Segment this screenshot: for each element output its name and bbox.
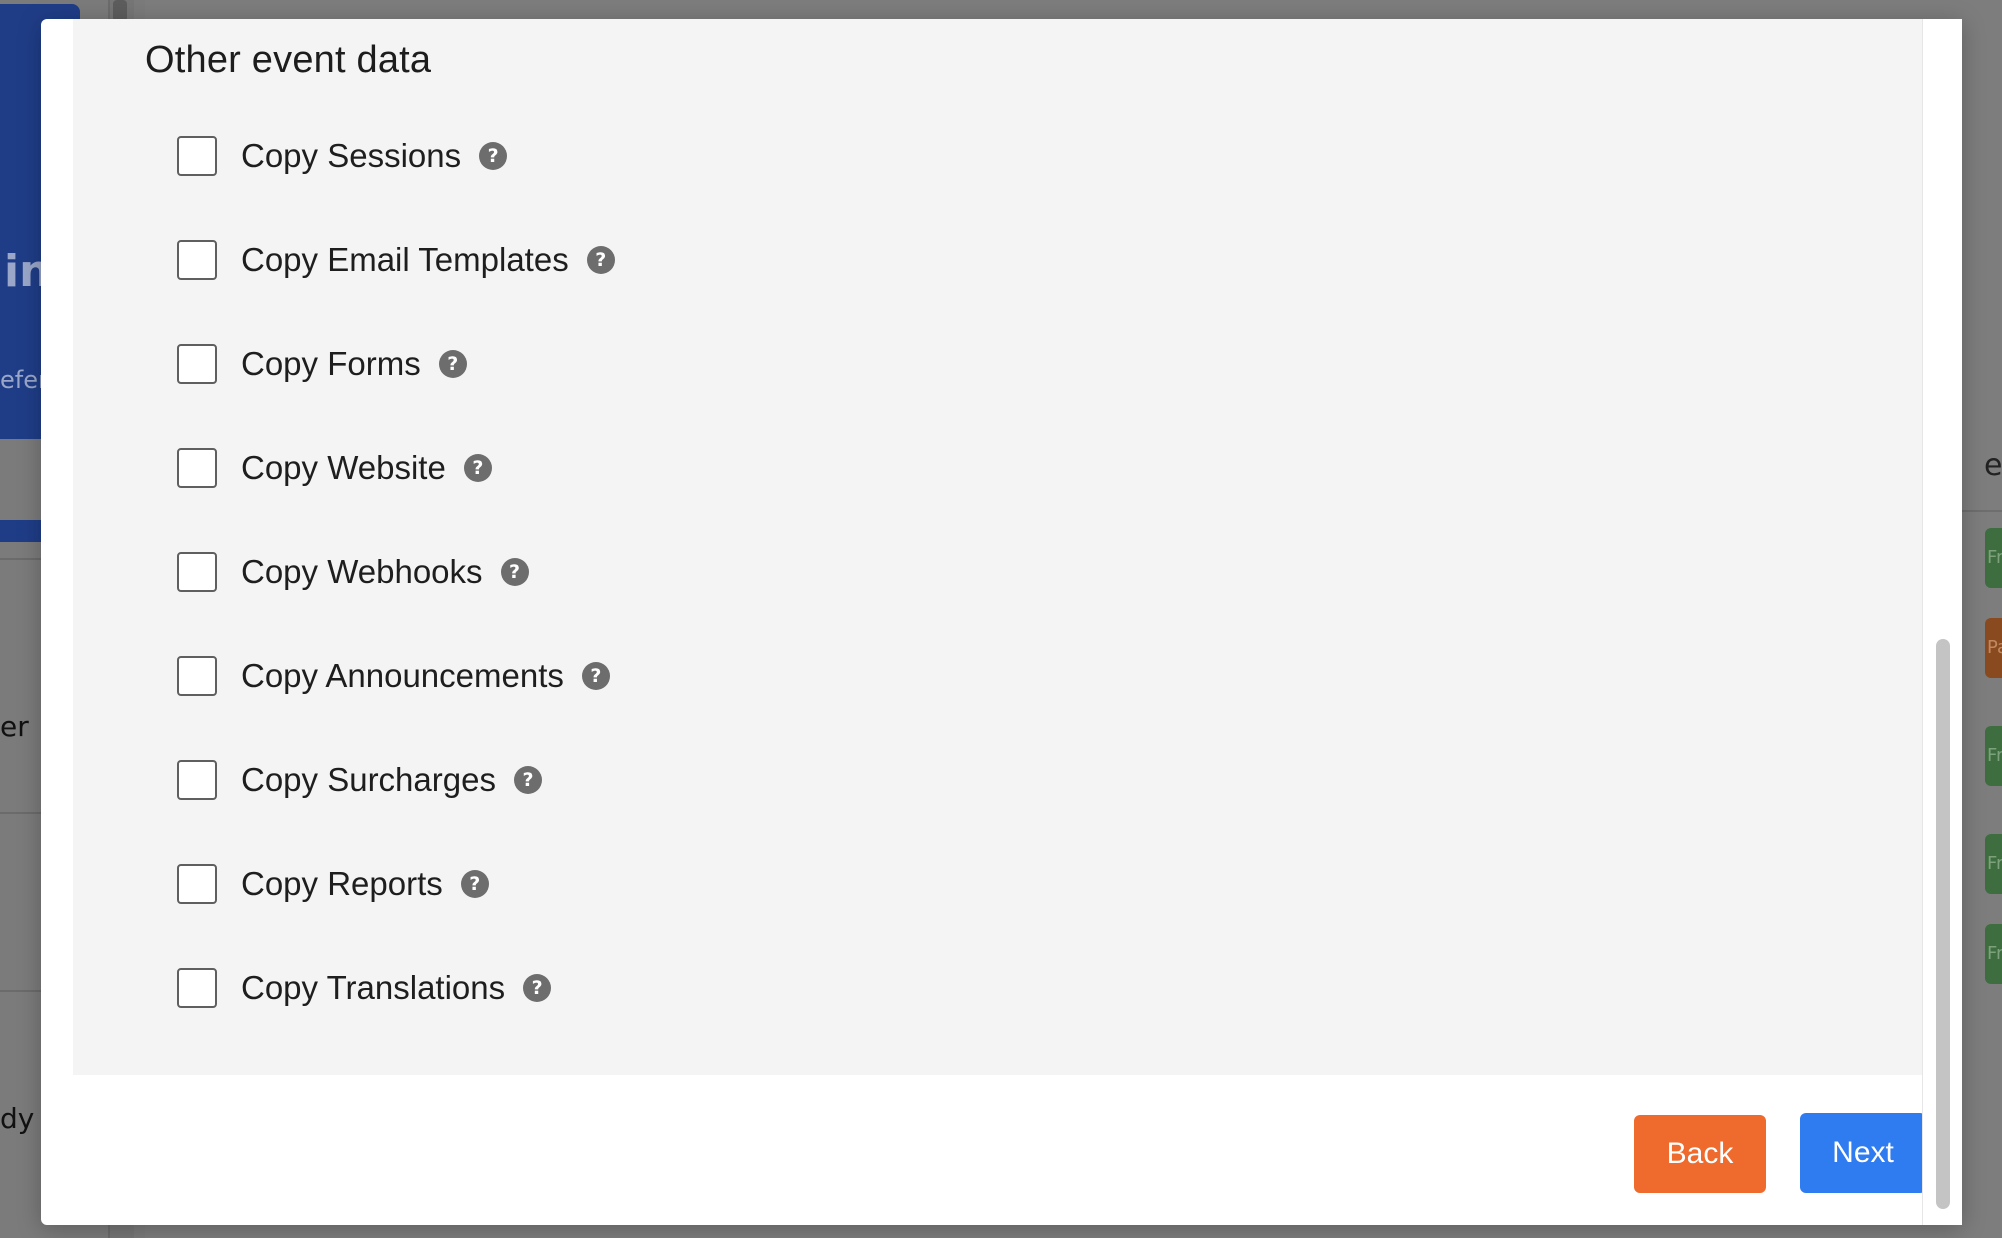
modal-scrollbar-thumb[interactable] bbox=[1936, 639, 1950, 1209]
background-list-text: er bbox=[0, 710, 29, 743]
other-event-data-section: Other event data Copy Sessions ? Copy Em… bbox=[73, 19, 1923, 1075]
background-divider bbox=[0, 812, 45, 814]
copy-surcharges-checkbox[interactable] bbox=[177, 760, 217, 800]
background-status-pill: Fr bbox=[1985, 726, 2002, 786]
copy-email-templates-checkbox[interactable] bbox=[177, 240, 217, 280]
background-status-pill: Fr bbox=[1985, 528, 2002, 588]
option-copy-email-templates[interactable]: Copy Email Templates ? bbox=[177, 238, 615, 282]
copy-forms-checkbox[interactable] bbox=[177, 344, 217, 384]
option-copy-translations[interactable]: Copy Translations ? bbox=[177, 966, 552, 1010]
copy-event-modal: Other event data Copy Sessions ? Copy Em… bbox=[41, 19, 1962, 1225]
option-label: Copy Surcharges bbox=[241, 761, 496, 798]
question-circle-icon[interactable]: ? bbox=[586, 246, 615, 274]
background-list-text: dy bbox=[0, 1102, 35, 1135]
question-circle-icon[interactable]: ? bbox=[438, 350, 467, 378]
option-copy-sessions[interactable]: Copy Sessions ? bbox=[177, 134, 508, 178]
copy-reports-checkbox[interactable] bbox=[177, 864, 217, 904]
question-circle-icon[interactable]: ? bbox=[500, 558, 529, 586]
question-circle-icon[interactable]: ? bbox=[463, 454, 492, 482]
option-label: Copy Webhooks bbox=[241, 553, 483, 590]
next-button[interactable]: Next bbox=[1800, 1113, 1926, 1193]
copy-webhooks-checkbox[interactable] bbox=[177, 552, 217, 592]
option-label: Copy Sessions bbox=[241, 137, 462, 174]
background-status-pill: Fr bbox=[1985, 924, 2002, 984]
option-label: Copy Email Templates bbox=[241, 241, 569, 278]
background-divider bbox=[0, 990, 45, 992]
copy-translations-checkbox[interactable] bbox=[177, 968, 217, 1008]
option-copy-forms[interactable]: Copy Forms ? bbox=[177, 342, 467, 386]
background-banner-tab bbox=[0, 520, 45, 542]
option-label: Copy Announcements bbox=[241, 657, 564, 694]
option-copy-surcharges[interactable]: Copy Surcharges ? bbox=[177, 758, 542, 802]
copy-website-checkbox[interactable] bbox=[177, 448, 217, 488]
question-circle-icon[interactable]: ? bbox=[479, 142, 508, 170]
option-copy-webhooks[interactable]: Copy Webhooks ? bbox=[177, 550, 529, 594]
section-title: Other event data bbox=[145, 39, 432, 81]
question-circle-icon[interactable]: ? bbox=[513, 766, 542, 794]
background-status-pill: Pa bbox=[1985, 618, 2002, 678]
option-label: Copy Reports bbox=[241, 865, 443, 902]
copy-sessions-checkbox[interactable] bbox=[177, 136, 217, 176]
option-label: Copy Translations bbox=[241, 969, 506, 1006]
option-copy-reports[interactable]: Copy Reports ? bbox=[177, 862, 489, 906]
option-copy-website[interactable]: Copy Website ? bbox=[177, 446, 492, 490]
back-button[interactable]: Back bbox=[1634, 1115, 1766, 1193]
copy-announcements-checkbox[interactable] bbox=[177, 656, 217, 696]
background-status-pill: Fr bbox=[1985, 834, 2002, 894]
background-divider bbox=[1960, 510, 2002, 512]
option-copy-announcements[interactable]: Copy Announcements ? bbox=[177, 654, 610, 698]
option-label: Copy Website bbox=[241, 449, 446, 486]
question-circle-icon[interactable]: ? bbox=[460, 870, 489, 898]
background-divider bbox=[0, 558, 45, 560]
background-right-text: e bbox=[1984, 448, 2002, 483]
question-circle-icon[interactable]: ? bbox=[581, 662, 610, 690]
question-circle-icon[interactable]: ? bbox=[523, 974, 552, 1002]
option-label: Copy Forms bbox=[241, 345, 421, 382]
